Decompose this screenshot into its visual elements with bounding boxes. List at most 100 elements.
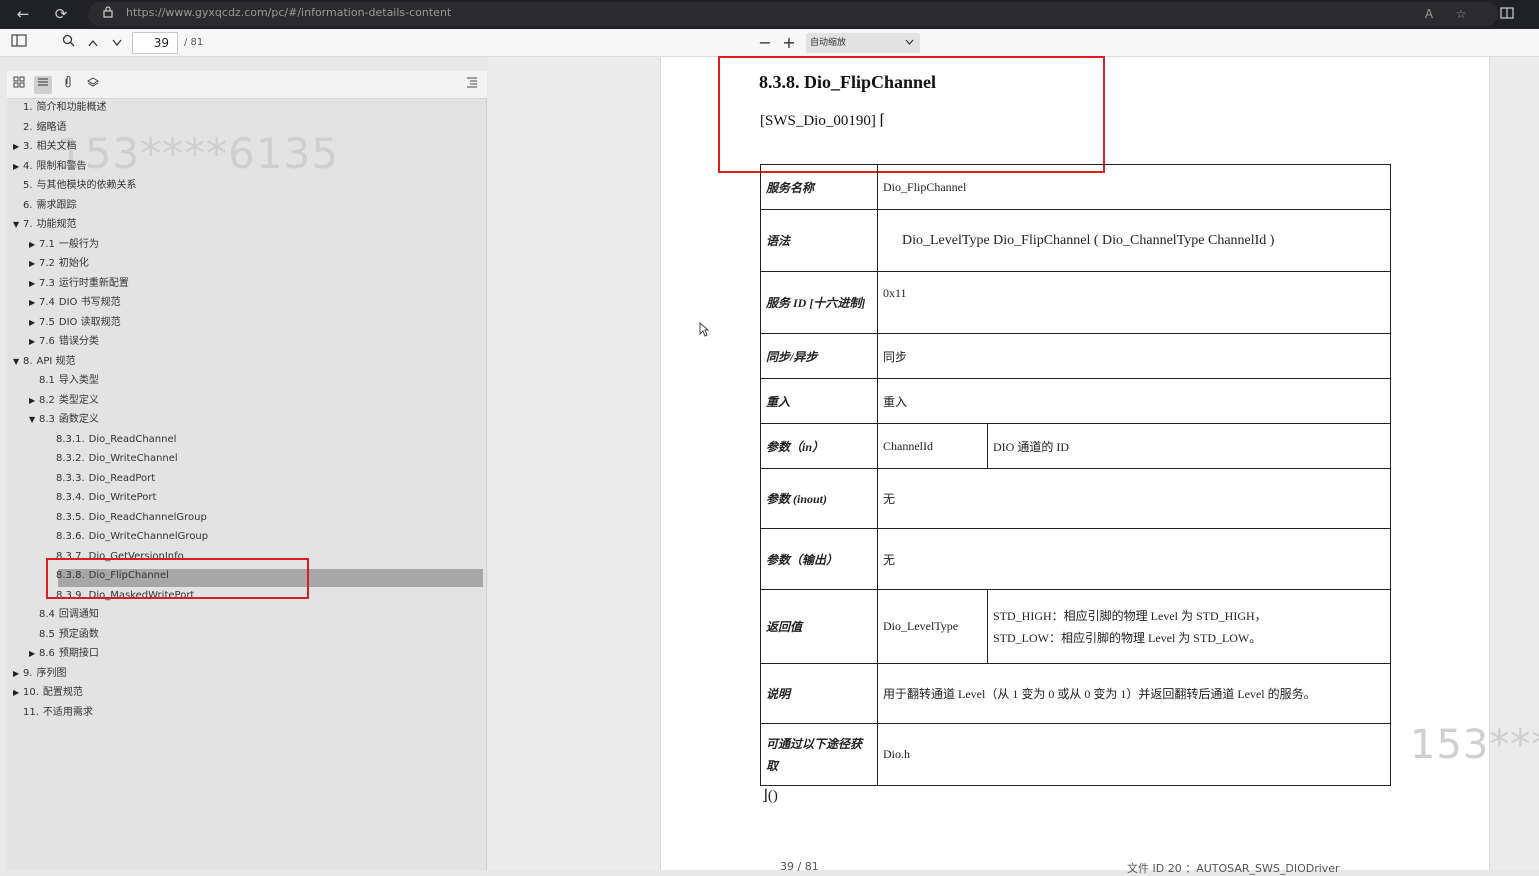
toc-item-label: Dio_WritePort <box>88 492 157 503</box>
favorite-star-icon[interactable]: ☆ <box>1452 6 1470 22</box>
toc-item[interactable]: 8.3.3. Dio_ReadPort <box>46 470 155 488</box>
zoom-out-button[interactable]: − <box>756 32 774 54</box>
toc-item[interactable]: ▶ 10. 配置规范 <box>13 684 83 702</box>
toc-item[interactable]: ▼ 8.3 函数定义 <box>29 411 99 429</box>
toc-item[interactable]: 8.3.4. Dio_WritePort <box>46 489 156 507</box>
return-desc-line: STD_HIGH：相应引脚的物理 Level 为 STD_HIGH， <box>993 608 1267 623</box>
previous-page-icon[interactable] <box>84 32 102 54</box>
api-spec-table: 服务名称 Dio_FlipChannel 语法 Dio_LevelType Di… <box>760 164 1391 786</box>
collapse-arrow-icon[interactable]: ▶ <box>13 138 23 156</box>
toc-item[interactable]: ▶ 7.1 一般行为 <box>29 236 99 254</box>
outline-options-icon[interactable] <box>463 76 481 94</box>
toc-item-label: Dio_WriteChannel <box>88 453 178 464</box>
description-value: 用于翻转通道 Level（从 1 变为 0 或从 0 变为 1）并返回翻转后通道… <box>877 663 1391 724</box>
zoom-in-button[interactable]: + <box>780 32 798 54</box>
sidebar-toggle-icon[interactable] <box>8 32 30 54</box>
available-label: 可通过以下途径获取 <box>760 723 878 786</box>
reload-icon[interactable]: ⟳ <box>50 4 72 24</box>
toc-item-number: 1. <box>23 102 33 113</box>
split-screen-icon[interactable] <box>1496 4 1518 24</box>
thumbnails-icon[interactable] <box>10 76 28 94</box>
expand-arrow-icon[interactable]: ▼ <box>13 216 23 234</box>
collapse-arrow-icon[interactable]: ▶ <box>29 392 39 410</box>
toc-item[interactable]: 11. 不适用需求 <box>13 704 93 722</box>
toc-item[interactable]: 8.3.5. Dio_ReadChannelGroup <box>46 509 207 527</box>
description-label: 说明 <box>760 663 878 724</box>
toc-item[interactable]: ▶ 8.6 预期接口 <box>29 645 99 663</box>
toc-item-number: 7.6 <box>39 336 55 347</box>
toc-item-label: 序列图 <box>36 667 67 679</box>
collapse-arrow-icon[interactable]: ▶ <box>29 236 39 254</box>
toc-item[interactable]: ▶ 7.4 DIO 书写规范 <box>29 294 121 312</box>
layers-icon[interactable] <box>84 76 102 94</box>
toc-item[interactable]: 1. 简介和功能概述 <box>13 99 107 117</box>
address-bar[interactable]: https://www.gyxqcdz.com/pc/#/information… <box>88 2 1498 26</box>
toc-item[interactable]: 8.3.1. Dio_ReadChannel <box>46 431 176 449</box>
toc-item[interactable]: ▶ 7.5 DIO 读取规范 <box>29 314 121 332</box>
collapse-arrow-icon[interactable]: ▶ <box>29 314 39 332</box>
attachment-icon[interactable] <box>59 76 77 94</box>
read-aloud-icon[interactable]: A <box>1420 6 1438 22</box>
outline-list-icon[interactable] <box>34 76 52 94</box>
collapse-arrow-icon[interactable]: ▶ <box>13 665 23 683</box>
toc-item[interactable]: ▼ 8. API 规范 <box>13 353 76 371</box>
toc-item-number: 8.6 <box>39 648 55 659</box>
param-in-desc: DIO 通道的 ID <box>987 423 1391 469</box>
expand-arrow-icon[interactable]: ▼ <box>13 353 23 371</box>
toc-item[interactable]: 8.3.6. Dio_WriteChannelGroup <box>46 528 208 546</box>
toc-item[interactable]: 6. 需求跟踪 <box>13 197 77 215</box>
toc-item[interactable]: ▶ 4. 限制和警告 <box>13 158 87 176</box>
sync-label: 同步/异步 <box>760 333 878 379</box>
collapse-arrow-icon[interactable]: ▶ <box>29 333 39 351</box>
back-arrow-icon[interactable]: ← <box>12 4 34 24</box>
toc-item-label: 运行时重新配置 <box>58 277 129 289</box>
toc-item-number: 7.3 <box>39 277 55 289</box>
toc-item[interactable]: ▶ 9. 序列图 <box>13 665 67 683</box>
collapse-arrow-icon[interactable]: ▶ <box>29 255 39 273</box>
zoom-select-label: 自动缩放 <box>810 38 847 48</box>
lock-icon <box>100 5 116 23</box>
search-icon[interactable] <box>58 32 78 54</box>
toc-item[interactable]: 8.4 回调通知 <box>29 606 99 624</box>
toc-item[interactable]: 2. 缩略语 <box>13 119 67 137</box>
param-out-label: 参数（输出） <box>760 528 878 590</box>
service-id-value: 0x11 <box>877 271 1391 334</box>
available-value: Dio.h <box>877 723 1391 786</box>
toc-item[interactable]: ▶ 7.6 错误分类 <box>29 333 99 351</box>
param-inout-label: 参数 (inout) <box>760 468 878 529</box>
toc-item[interactable]: ▶ 8.2 类型定义 <box>29 392 99 410</box>
toc-item-label: 配置规范 <box>42 687 83 698</box>
toc-item[interactable]: 8.3.2. Dio_WriteChannel <box>46 450 178 468</box>
toc-item-label: 与其他模块的依赖关系 <box>36 180 137 191</box>
toc-item-label: 类型定义 <box>58 394 99 406</box>
toc-item[interactable]: ▶ 7.3 运行时重新配置 <box>29 275 129 293</box>
toc-item-number: 3. <box>23 141 33 152</box>
pdf-toolbar: 39 / 81 − + 自动缩放 <box>0 29 1539 57</box>
zoom-select[interactable]: 自动缩放 <box>806 33 920 53</box>
toc-item-label: Dio_WriteChannelGroup <box>88 531 209 542</box>
toc-item[interactable]: 8.5 预定函数 <box>29 626 99 644</box>
collapse-arrow-icon[interactable]: ▶ <box>13 158 23 176</box>
toc-item[interactable]: 8.1 导入类型 <box>29 372 99 390</box>
collapse-arrow-icon[interactable]: ▶ <box>13 684 23 702</box>
watermark-text: 153****6135 <box>57 129 340 178</box>
toc-item-label: 导入类型 <box>58 375 99 386</box>
toc-item-number: 8.3.5. <box>56 511 85 523</box>
collapse-arrow-icon[interactable]: ▶ <box>29 275 39 293</box>
collapse-arrow-icon[interactable]: ▶ <box>29 645 39 663</box>
toc-item-number: 7. <box>23 219 33 230</box>
expand-arrow-icon[interactable]: ▼ <box>29 411 39 429</box>
toc-item-number: 8.3.1. <box>56 433 85 445</box>
page-number-input[interactable]: 39 <box>132 32 178 54</box>
browser-chrome: ← ⟳ https://www.gyxqcdz.com/pc/#/informa… <box>0 0 1539 29</box>
collapse-arrow-icon[interactable]: ▶ <box>29 294 39 312</box>
table-row: 返回值 Dio_LevelType STD_HIGH：相应引脚的物理 Level… <box>760 589 1391 664</box>
toc-item[interactable]: 5. 与其他模块的依赖关系 <box>13 177 137 195</box>
next-page-icon[interactable] <box>108 32 126 54</box>
toc-item[interactable]: ▶ 3. 相关文档 <box>13 138 77 156</box>
sidebar-highlight-box <box>46 558 309 599</box>
toc-item[interactable]: ▼ 7. 功能规范 <box>13 216 77 234</box>
table-row: 语法 Dio_LevelType Dio_FlipChannel ( Dio_C… <box>760 209 1391 272</box>
toc-item[interactable]: ▶ 7.2 初始化 <box>29 255 89 273</box>
url-text[interactable]: https://www.gyxqcdz.com/pc/#/information… <box>126 6 451 19</box>
